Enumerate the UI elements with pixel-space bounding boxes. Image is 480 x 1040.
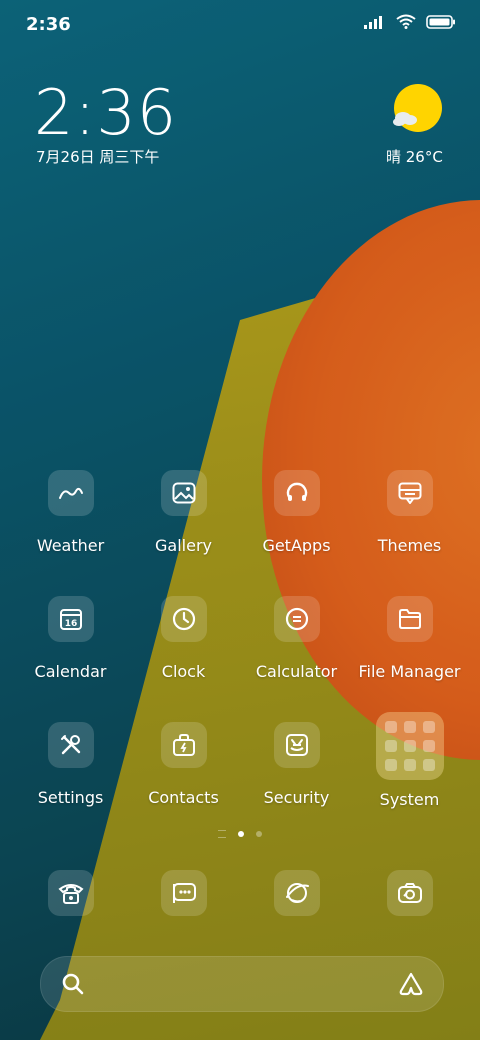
dock-phone[interactable] [14,870,127,916]
messages-icon [160,870,207,916]
calculator-icon [273,596,320,642]
dock-messages[interactable] [127,870,240,916]
sunny-partly-cloudy-icon[interactable] [390,84,446,136]
app-label: System [379,790,440,809]
page-dot-active [238,831,244,837]
app-label: Contacts [148,788,219,807]
app-weather[interactable]: Weather [14,470,127,555]
app-calendar[interactable]: 16 Calendar [14,596,127,681]
app-label: Security [263,788,330,807]
app-file-manager[interactable]: File Manager [353,596,466,681]
folder-icon [386,596,433,642]
search-icon[interactable] [61,972,85,1000]
themes-icon [386,470,433,516]
app-label: File Manager [358,662,461,681]
app-label: Gallery [155,536,212,555]
app-themes[interactable]: Themes [353,470,466,555]
system-folder-icon [375,712,444,780]
app-label: Clock [161,662,206,681]
signal-icon [364,15,386,29]
getapps-icon [273,470,320,516]
clock-icon [160,596,207,642]
app-settings[interactable]: Settings [14,722,127,807]
page-indicator[interactable] [0,830,480,838]
weather-icon [47,470,94,516]
settings-icon [47,722,94,768]
weather-widget-text: 晴 26°C [386,148,443,166]
assistant-icon[interactable] [397,971,425,1001]
page-dot [256,831,262,837]
app-contacts[interactable]: Contacts [127,722,240,807]
app-label: Calendar [34,662,107,681]
app-label: Calculator [255,662,338,681]
status-time: 2:36 [26,14,71,35]
camera-icon [386,870,433,916]
battery-icon [426,14,456,29]
gallery-icon [160,470,207,516]
page-indicator-menu-icon [218,830,226,838]
search-bar[interactable] [40,956,444,1012]
app-label: Settings [37,788,104,807]
wifi-icon [396,14,416,29]
security-icon [273,722,320,768]
app-security[interactable]: Security [240,722,353,807]
clock-widget-time[interactable]: 2:36 [34,76,177,149]
contacts-icon [160,722,207,768]
app-clock[interactable]: Clock [127,596,240,681]
app-label: Themes [377,536,442,555]
dock-browser[interactable] [240,870,353,916]
app-folder-system[interactable]: System [353,712,466,809]
browser-icon [273,870,320,916]
app-getapps[interactable]: GetApps [240,470,353,555]
calendar-icon: 16 [47,596,94,642]
dock-camera[interactable] [353,870,466,916]
app-calculator[interactable]: Calculator [240,596,353,681]
status-bar: 2:36 [0,0,480,48]
calendar-badge: 16 [64,619,77,629]
app-label: GetApps [262,536,331,555]
app-gallery[interactable]: Gallery [127,470,240,555]
clock-widget-date: 7月26日 周三下午 [36,148,160,166]
app-label: Weather [36,536,105,555]
phone-icon [47,870,94,916]
